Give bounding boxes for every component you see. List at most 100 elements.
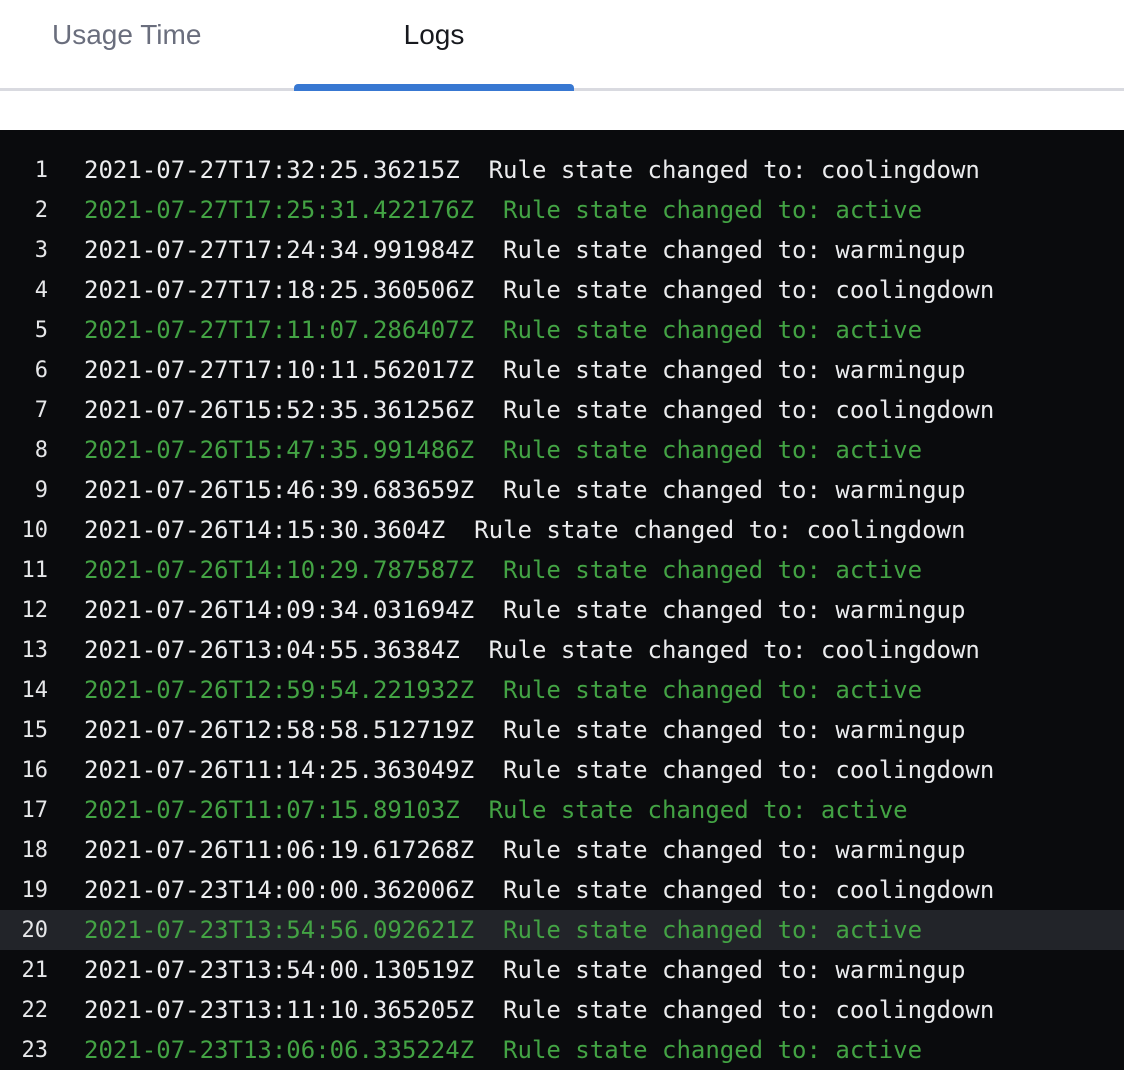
log-message: Rule state changed to: warmingup	[503, 596, 965, 624]
log-separator	[474, 356, 503, 384]
log-timestamp: 2021-07-26T13:04:55.36384Z	[84, 636, 460, 664]
log-timestamp: 2021-07-26T11:06:19.617268Z	[84, 836, 474, 864]
log-line[interactable]: 212021-07-23T13:54:00.130519Z Rule state…	[0, 950, 1124, 990]
log-line-number: 16	[18, 758, 48, 783]
active-tab-indicator	[294, 84, 574, 91]
log-line-text: 2021-07-27T17:32:25.36215Z Rule state ch…	[84, 156, 980, 184]
log-line-text: 2021-07-23T14:00:00.362006Z Rule state c…	[84, 876, 994, 904]
log-message: Rule state changed to: active	[503, 196, 922, 224]
log-line[interactable]: 72021-07-26T15:52:35.361256Z Rule state …	[0, 390, 1124, 430]
log-message: Rule state changed to: coolingdown	[503, 396, 994, 424]
log-line[interactable]: 23 2021-07-23T13:06:06.335224Z Rule state…	[0, 1030, 1124, 1070]
tab-usage-time[interactable]: Usage Time	[52, 18, 201, 52]
log-line[interactable]: 132021-07-26T13:04:55.36384Z Rule state …	[0, 630, 1124, 670]
log-line-text: 2021-07-26T11:06:19.617268Z Rule state c…	[84, 836, 965, 864]
log-line-number: 1	[18, 158, 48, 183]
log-line[interactable]: 152021-07-26T12:58:58.512719Z Rule state…	[0, 710, 1124, 750]
log-timestamp: 2021-07-26T14:09:34.031694Z	[84, 596, 474, 624]
log-line-text: 2021-07-26T14:10:29.787587Z Rule state c…	[84, 556, 922, 584]
log-line[interactable]: 62021-07-27T17:10:11.562017Z Rule state …	[0, 350, 1124, 390]
log-line-number: 17	[18, 798, 48, 823]
log-separator	[474, 596, 503, 624]
log-line[interactable]: 192021-07-23T14:00:00.362006Z Rule state…	[0, 870, 1124, 910]
log-separator	[445, 516, 474, 544]
log-line-number: 6	[18, 358, 48, 383]
log-separator	[474, 916, 503, 944]
log-timestamp: 2021-07-26T15:47:35.991486Z	[84, 436, 474, 464]
log-line[interactable]: 10 2021-07-26T14:15:30.3604Z Rule state c…	[0, 510, 1124, 550]
log-line-number: 22	[18, 998, 48, 1023]
log-line[interactable]: 222021-07-23T13:11:10.365205Z Rule state…	[0, 990, 1124, 1030]
log-message: Rule state changed to: coolingdown	[503, 276, 994, 304]
log-separator	[474, 196, 503, 224]
log-line[interactable]: 17 2021-07-26T11:07:15.89103Z Rule state …	[0, 790, 1124, 830]
log-line-text: 2021-07-26T15:52:35.361256Z Rule state c…	[84, 396, 994, 424]
log-message: Rule state changed to: active	[503, 1036, 922, 1064]
log-separator	[474, 956, 503, 984]
log-timestamp: 2021-07-27T17:10:11.562017Z	[84, 356, 474, 384]
log-panel[interactable]: 1 2021-07-27T17:32:25.36215Z Rule state c…	[0, 130, 1124, 1070]
log-timestamp: 2021-07-23T13:06:06.335224Z	[84, 1036, 474, 1064]
log-line[interactable]: 22021-07-27T17:25:31.422176Z Rule state …	[0, 190, 1124, 230]
log-line-text: 2021-07-27T17:24:34.991984Z Rule state c…	[84, 236, 965, 264]
log-message: Rule state changed to: warmingup	[503, 476, 965, 504]
log-separator	[474, 556, 503, 584]
log-timestamp: 2021-07-26T12:59:54.221932Z	[84, 676, 474, 704]
log-line-number: 13	[18, 638, 48, 663]
log-line[interactable]: 5 2021-07-27T17:11:07.286407Z Rule state …	[0, 310, 1124, 350]
log-line[interactable]: 182021-07-26T11:06:19.617268Z Rule state…	[0, 830, 1124, 870]
log-timestamp: 2021-07-23T13:54:56.092621Z	[84, 916, 474, 944]
log-line[interactable]: 1 2021-07-27T17:32:25.36215Z Rule state c…	[0, 150, 1124, 190]
log-message: Rule state changed to: coolingdown	[503, 876, 994, 904]
log-timestamp: 2021-07-26T11:14:25.363049Z	[84, 756, 474, 784]
log-line-text: 2021-07-26T14:15:30.3604Z Rule state cha…	[84, 516, 965, 544]
log-line-number: 23	[18, 1038, 48, 1063]
log-separator	[474, 436, 503, 464]
log-line[interactable]: 202021-07-23T13:54:56.092621Z Rule state…	[0, 910, 1124, 950]
tab-bar: Usage Time Logs	[0, 0, 1124, 130]
log-message: Rule state changed to: warmingup	[503, 956, 965, 984]
log-timestamp: 2021-07-23T14:00:00.362006Z	[84, 876, 474, 904]
log-line-number: 3	[18, 238, 48, 263]
log-message: Rule state changed to: active	[503, 436, 922, 464]
log-line[interactable]: 162021-07-26T11:14:25.363049Z Rule state…	[0, 750, 1124, 790]
log-line[interactable]: 142021-07-26T12:59:54.221932Z Rule state…	[0, 670, 1124, 710]
log-line[interactable]: 82021-07-26T15:47:35.991486Z Rule state …	[0, 430, 1124, 470]
log-timestamp: 2021-07-26T14:15:30.3604Z	[84, 516, 445, 544]
log-line[interactable]: 3 2021-07-27T17:24:34.991984Z Rule state …	[0, 230, 1124, 270]
log-line[interactable]: 12 2021-07-26T14:09:34.031694Z Rule state…	[0, 590, 1124, 630]
log-line-text: 2021-07-26T15:46:39.683659Z Rule state c…	[84, 476, 965, 504]
log-timestamp: 2021-07-27T17:25:31.422176Z	[84, 196, 474, 224]
log-message: Rule state changed to: coolingdown	[474, 516, 965, 544]
log-line-number: 20	[18, 918, 48, 943]
log-separator	[460, 156, 489, 184]
log-line-number: 5	[18, 318, 48, 343]
log-timestamp: 2021-07-23T13:54:00.130519Z	[84, 956, 474, 984]
log-line-number: 12	[18, 598, 48, 623]
log-separator	[460, 796, 489, 824]
log-timestamp: 2021-07-27T17:24:34.991984Z	[84, 236, 474, 264]
log-line[interactable]: 92021-07-26T15:46:39.683659Z Rule state …	[0, 470, 1124, 510]
log-line-number: 4	[18, 278, 48, 303]
log-message: Rule state changed to: warmingup	[503, 836, 965, 864]
log-line-text: 2021-07-27T17:11:07.286407Z Rule state c…	[84, 316, 922, 344]
log-line-text: 2021-07-23T13:54:00.130519Z Rule state c…	[84, 956, 965, 984]
log-timestamp: 2021-07-27T17:32:25.36215Z	[84, 156, 460, 184]
log-separator	[474, 236, 503, 264]
log-line[interactable]: 11 2021-07-26T14:10:29.787587Z Rule state…	[0, 550, 1124, 590]
log-line-text: 2021-07-27T17:18:25.360506Z Rule state c…	[84, 276, 994, 304]
log-line-text: 2021-07-26T12:58:58.512719Z Rule state c…	[84, 716, 965, 744]
log-timestamp: 2021-07-26T11:07:15.89103Z	[84, 796, 460, 824]
log-separator	[474, 1036, 503, 1064]
log-line[interactable]: 4 2021-07-27T17:18:25.360506Z Rule state …	[0, 270, 1124, 310]
log-timestamp: 2021-07-26T12:58:58.512719Z	[84, 716, 474, 744]
log-line-text: 2021-07-27T17:25:31.422176Z Rule state c…	[84, 196, 922, 224]
log-separator	[474, 876, 503, 904]
log-line-text: 2021-07-26T11:07:15.89103Z Rule state ch…	[84, 796, 908, 824]
log-line-number: 11	[18, 558, 48, 583]
tab-logs[interactable]: Logs	[294, 18, 574, 52]
log-line-number: 10	[18, 518, 48, 543]
log-timestamp: 2021-07-26T14:10:29.787587Z	[84, 556, 474, 584]
log-separator	[474, 316, 503, 344]
log-timestamp: 2021-07-26T15:46:39.683659Z	[84, 476, 474, 504]
